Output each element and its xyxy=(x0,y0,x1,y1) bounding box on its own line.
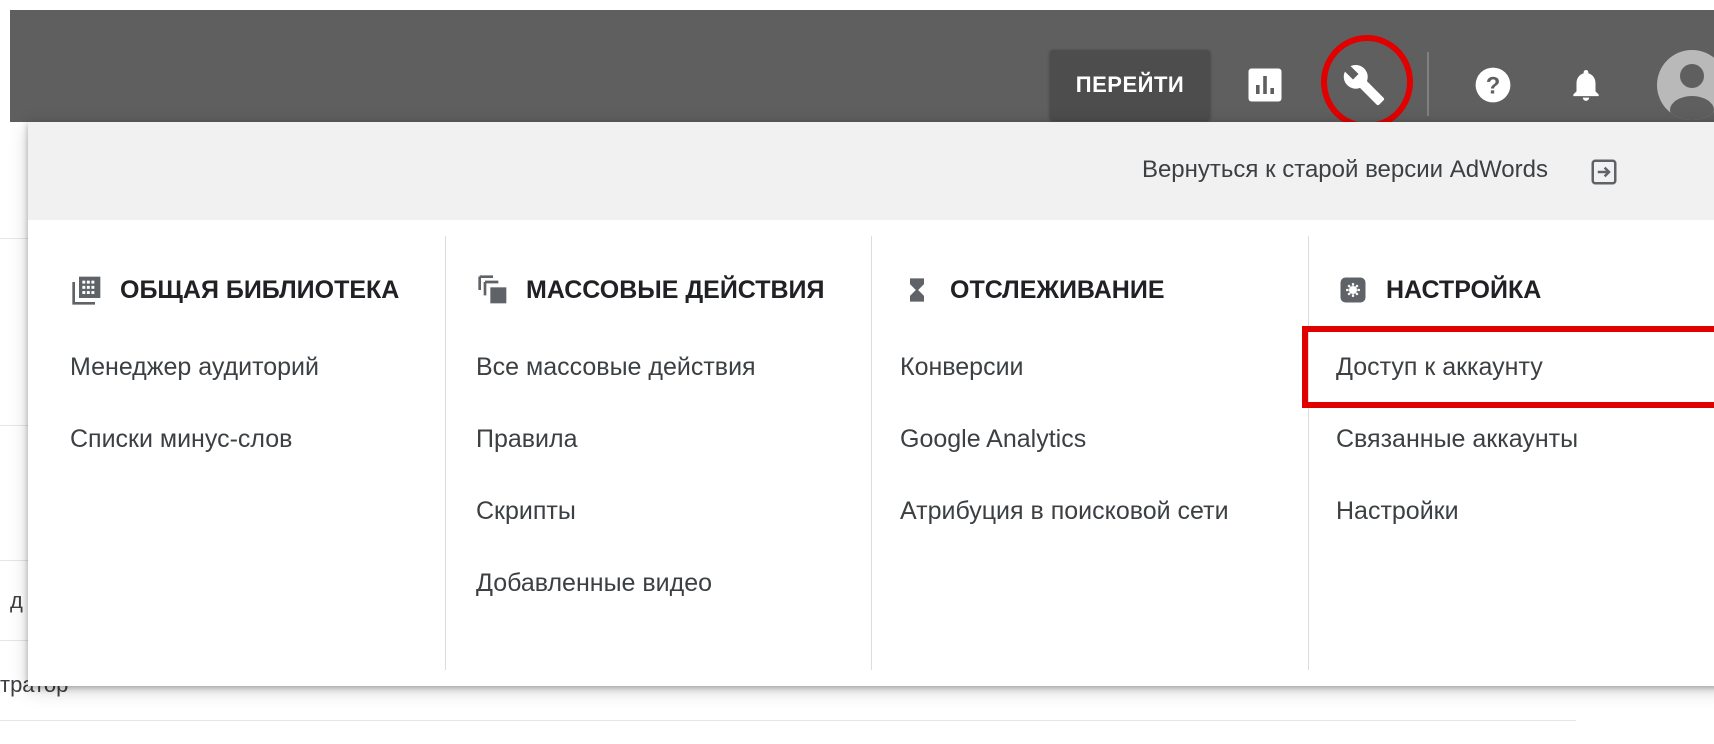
menu-top-strip: Вернуться к старой версии AdWords xyxy=(28,122,1714,220)
bg-divider xyxy=(0,238,30,239)
menu-column-bulk-actions: МАССОВЫЕ ДЕЙСТВИЯ Все массовые действия … xyxy=(476,236,876,670)
menu-item-uploaded-videos[interactable]: Добавленные видео xyxy=(476,563,712,603)
column-title: МАССОВЫЕ ДЕЙСТВИЯ xyxy=(476,270,825,310)
app-stage: д тратор ПЕРЕЙТИ ? xyxy=(0,0,1714,744)
menu-item-conversions[interactable]: Конверсии xyxy=(900,347,1024,387)
menu-item-scripts[interactable]: Скрипты xyxy=(476,491,576,531)
column-divider xyxy=(1308,236,1309,670)
column-title-label: ОБЩАЯ БИБЛИОТЕКА xyxy=(120,275,400,304)
menu-item-google-analytics[interactable]: Google Analytics xyxy=(900,419,1086,459)
settings-gear-icon xyxy=(1336,273,1370,307)
column-title: НАСТРОЙКА xyxy=(1336,270,1541,310)
menu-item-search-attribution[interactable]: Атрибуция в поисковой сети xyxy=(900,491,1229,531)
menu-item-audience-manager[interactable]: Менеджер аудиторий xyxy=(70,347,319,387)
column-divider xyxy=(871,236,872,670)
column-title-label: ОТСЛЕЖИВАНИЕ xyxy=(950,275,1165,304)
column-divider xyxy=(445,236,446,670)
menu-column-library: ОБЩАЯ БИБЛИОТЕКА Менеджер аудиторий Спис… xyxy=(70,236,440,670)
bg-divider xyxy=(0,640,30,641)
tools-menu-panel: Вернуться к старой версии AdWords ОБЩАЯ … xyxy=(28,122,1714,686)
account-avatar[interactable] xyxy=(1657,50,1714,120)
bulk-actions-icon xyxy=(476,273,510,307)
column-title-label: НАСТРОЙКА xyxy=(1386,275,1542,304)
hourglass-icon xyxy=(900,273,934,307)
bg-divider xyxy=(0,560,30,561)
exit-icon[interactable] xyxy=(1584,152,1624,192)
column-title: ОТСЛЕЖИВАНИЕ xyxy=(900,270,1165,310)
menu-item-linked-accounts[interactable]: Связанные аккаунты xyxy=(1336,419,1578,459)
column-title-label: МАССОВЫЕ ДЕЙСТВИЯ xyxy=(526,275,825,304)
menu-item-negative-keyword-lists[interactable]: Списки минус-слов xyxy=(70,419,292,459)
goto-button[interactable]: ПЕРЕЙТИ xyxy=(1050,50,1210,120)
reports-icon[interactable] xyxy=(1238,58,1292,112)
help-icon[interactable]: ? xyxy=(1466,58,1520,112)
wrench-icon[interactable] xyxy=(1337,58,1391,112)
return-old-version-link[interactable]: Вернуться к старой версии AdWords xyxy=(1142,150,1548,190)
menu-item-rules[interactable]: Правила xyxy=(476,419,578,459)
header-bar: ПЕРЕЙТИ ? xyxy=(10,10,1714,129)
svg-text:?: ? xyxy=(1486,73,1501,100)
menu-item-account-access[interactable]: Доступ к аккаунту xyxy=(1336,347,1543,387)
notifications-bell-icon[interactable] xyxy=(1559,58,1613,112)
menu-item-settings[interactable]: Настройки xyxy=(1336,491,1459,531)
menu-item-all-bulk-actions[interactable]: Все массовые действия xyxy=(476,347,756,387)
column-title: ОБЩАЯ БИБЛИОТЕКА xyxy=(70,270,399,310)
header-divider xyxy=(1427,52,1429,116)
menu-column-setup: НАСТРОЙКА Доступ к аккаунту Связанные ак… xyxy=(1336,236,1714,670)
bg-table-cell: д xyxy=(10,588,23,613)
library-icon xyxy=(70,273,104,307)
bg-divider xyxy=(0,425,30,426)
menu-column-measurement: ОТСЛЕЖИВАНИЕ Конверсии Google Analytics … xyxy=(900,236,1300,670)
bg-divider xyxy=(0,720,1576,721)
